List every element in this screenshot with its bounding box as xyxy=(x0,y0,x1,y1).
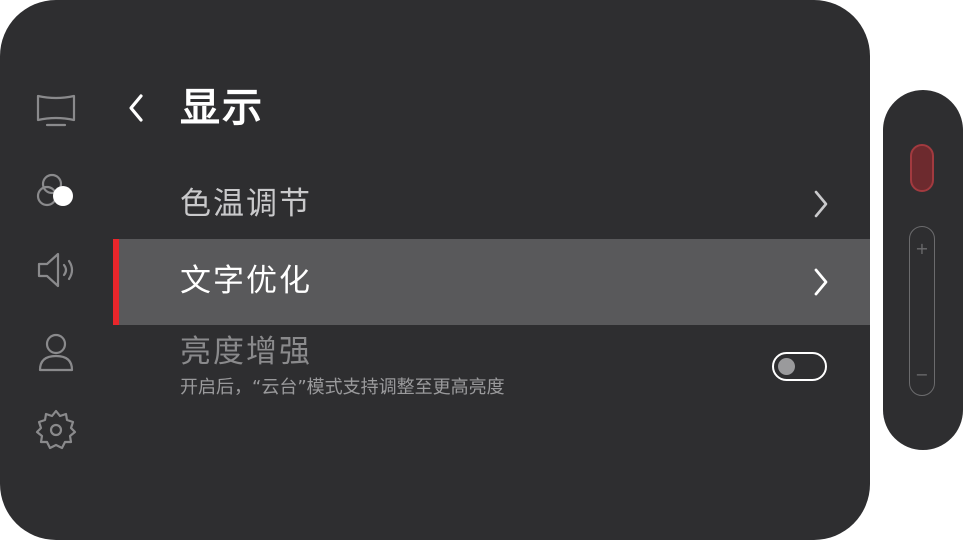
sidebar-item-account[interactable] xyxy=(34,330,78,374)
menu-item-color-temperature[interactable]: 色温调节 xyxy=(113,168,870,240)
volume-up-label: + xyxy=(915,239,929,258)
toggle-knob xyxy=(778,358,795,375)
chevron-left-icon xyxy=(129,94,143,122)
selection-indicator xyxy=(113,239,119,325)
speaker-icon xyxy=(37,252,74,288)
power-button[interactable] xyxy=(910,144,934,192)
menu-item-brightness-boost: 亮度增强 开启后，“云台”模式支持调整至更高亮度 xyxy=(113,330,870,410)
sidebar-item-settings[interactable] xyxy=(34,408,78,452)
sidebar-item-display[interactable] xyxy=(34,88,78,132)
settings-panel: 显示 色温调节 文字优化 亮度增强 开启后，“云台”模式支持调整至更高亮度 xyxy=(0,0,870,540)
back-button[interactable] xyxy=(118,88,154,128)
chevron-right-icon xyxy=(814,190,828,218)
menu-item-description: 开启后，“云台”模式支持调整至更高亮度 xyxy=(180,377,505,398)
menu-item-label: 文字优化 xyxy=(180,263,312,299)
volume-rocker[interactable]: + − xyxy=(909,226,935,396)
menu-item-text-optimization[interactable]: 文字优化 xyxy=(113,239,870,325)
user-icon xyxy=(38,333,74,372)
menu-item-label: 色温调节 xyxy=(180,186,312,222)
gear-icon xyxy=(35,409,77,450)
sidebar-item-sound[interactable] xyxy=(34,248,78,292)
brightness-boost-toggle[interactable] xyxy=(772,352,827,381)
display-icon xyxy=(36,94,76,127)
chevron-right-icon xyxy=(814,268,828,296)
page-title: 显示 xyxy=(180,85,264,131)
remote-control: + − xyxy=(883,90,963,450)
volume-down-label: − xyxy=(915,365,929,384)
sidebar-item-color[interactable] xyxy=(34,170,78,214)
menu-item-label: 亮度增强 xyxy=(180,334,312,370)
color-circles-icon xyxy=(36,173,73,207)
